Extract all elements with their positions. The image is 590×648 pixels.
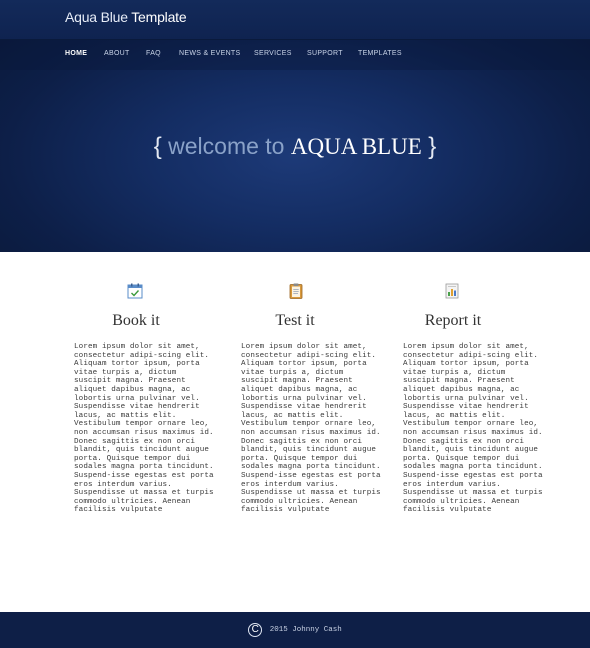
nav-item-home[interactable]: HOME <box>65 50 87 57</box>
chart-report-icon <box>443 282 461 300</box>
footer: C 2015 Johnny Cash <box>0 612 590 648</box>
calendar-icon <box>126 282 144 300</box>
feature-text: Lorem ipsum dolor sit amet, consectetur … <box>241 343 381 515</box>
brace-open: { <box>153 133 162 160</box>
footer-copyright: C 2015 Johnny Cash <box>0 623 590 637</box>
nav-item-about[interactable]: ABOUT <box>104 50 130 57</box>
hero-banner: Aqua Blue Template HOME ABOUT FAQ NEWS &… <box>0 0 590 252</box>
feature-title: Test it <box>275 312 315 329</box>
feature-text: Lorem ipsum dolor sit amet, consectetur … <box>74 343 214 515</box>
nav-item-news-events[interactable]: NEWS & EVENTS <box>179 50 240 57</box>
nav-item-templates[interactable]: TEMPLATES <box>358 50 402 57</box>
clipboard-icon <box>287 282 305 300</box>
nav-item-support[interactable]: SUPPORT <box>307 50 343 57</box>
top-bar: Aqua Blue Template <box>0 0 590 40</box>
copyright-icon: C <box>248 623 263 637</box>
hero-brand: AQUA BLUE <box>290 134 422 159</box>
feature-title: Book it <box>112 312 160 329</box>
feature-title: Report it <box>424 312 482 329</box>
site-logo[interactable]: Aqua Blue Template <box>65 9 187 25</box>
brand-name: Aqua Blue <box>65 9 128 25</box>
hero-headline: { welcome to AQUA BLUE } <box>0 133 590 161</box>
feature-text: Lorem ipsum dolor sit amet, consectetur … <box>403 343 543 515</box>
nav-item-faq[interactable]: FAQ <box>146 50 161 57</box>
hero-lead: welcome to <box>168 133 285 159</box>
brace-close: } <box>428 133 437 160</box>
brand-suffix: Template <box>131 9 187 25</box>
footer-text: 2015 Johnny Cash <box>269 626 342 634</box>
nav-item-services[interactable]: SERVICES <box>254 50 292 57</box>
main-nav: HOME ABOUT FAQ NEWS & EVENTS SERVICES SU… <box>0 40 590 70</box>
